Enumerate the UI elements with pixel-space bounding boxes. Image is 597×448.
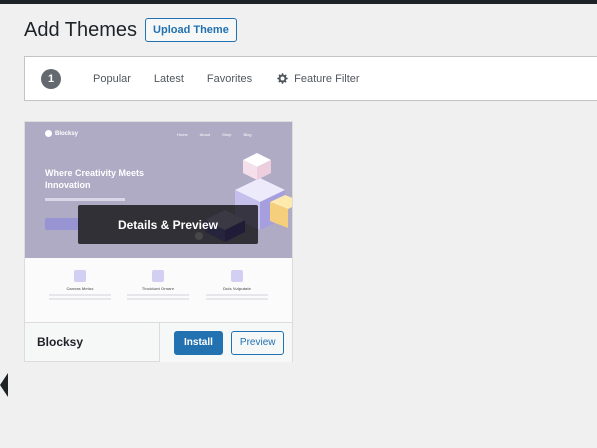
admin-top-bar: [0, 0, 597, 4]
feature-filter-button[interactable]: Feature Filter: [276, 72, 360, 85]
theme-screenshot[interactable]: Blocksy Home About Shop Blog Where Creat…: [25, 122, 292, 322]
theme-count-badge: 1: [41, 68, 61, 89]
preview-button[interactable]: Preview: [230, 330, 285, 355]
upload-theme-button[interactable]: Upload Theme: [145, 18, 237, 42]
theme-actions: Install Preview: [159, 323, 292, 362]
theme-filter-bar: 1 Popular Latest Favorites Feature Filte…: [24, 56, 597, 101]
sidebar-collapse-handle[interactable]: [0, 370, 8, 400]
filter-link-popular[interactable]: Popular: [93, 73, 131, 85]
install-button[interactable]: Install: [174, 330, 223, 355]
filter-link-latest[interactable]: Latest: [154, 73, 184, 85]
collapse-arrow-icon: [0, 373, 8, 397]
theme-card-footer: Blocksy Install Preview: [25, 322, 292, 362]
feature-filter-label: Feature Filter: [294, 72, 360, 85]
theme-card[interactable]: Blocksy Home About Shop Blog Where Creat…: [24, 121, 293, 362]
details-preview-button[interactable]: Details & Preview: [78, 205, 258, 244]
gear-icon: [277, 73, 288, 84]
page-title: Add Themes: [24, 18, 138, 41]
filter-link-favorites[interactable]: Favorites: [207, 73, 252, 85]
page-header: Add Themes Upload Theme: [24, 18, 237, 42]
theme-name: Blocksy: [37, 335, 84, 349]
